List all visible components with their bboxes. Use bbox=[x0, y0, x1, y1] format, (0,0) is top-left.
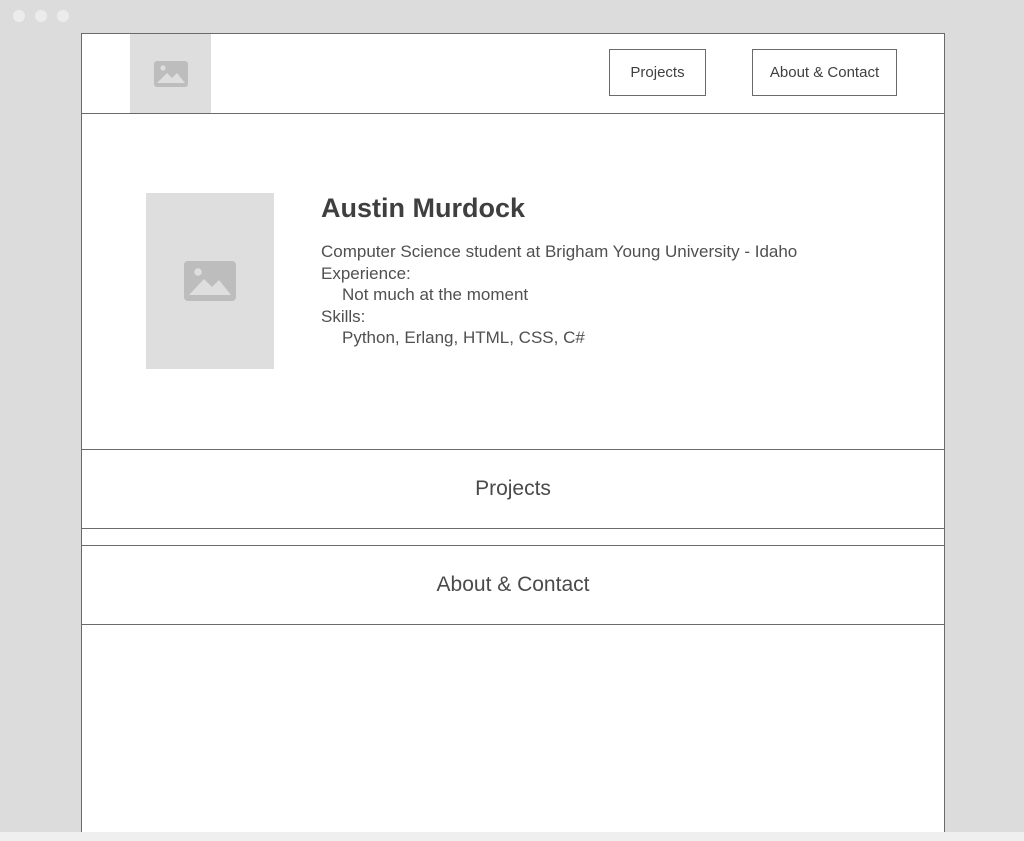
profile-details: Computer Science student at Brigham Youn… bbox=[321, 241, 797, 349]
nav-about-contact-button[interactable]: About & Contact bbox=[752, 49, 897, 96]
profile-name: Austin Murdock bbox=[321, 193, 526, 223]
site-logo[interactable] bbox=[130, 34, 211, 113]
window-bottom-strip bbox=[0, 832, 1024, 841]
window-maximize-dot[interactable] bbox=[57, 10, 69, 22]
experience-value: Not much at the moment bbox=[342, 285, 529, 304]
skills-value: Python, Erlang, HTML, CSS, C# bbox=[342, 328, 585, 347]
browser-window: Projects About & Contact Austin Murdock … bbox=[0, 0, 1024, 841]
about-contact-section-title: About & Contact bbox=[436, 573, 590, 596]
web-page: Projects About & Contact Austin Murdock … bbox=[81, 33, 945, 833]
skills-label: Skills: bbox=[321, 306, 366, 326]
nav-projects-button[interactable]: Projects bbox=[609, 49, 706, 96]
image-placeholder-icon bbox=[184, 261, 236, 301]
window-controls bbox=[13, 10, 69, 22]
window-close-dot[interactable] bbox=[13, 10, 25, 22]
experience-label: Experience: bbox=[321, 263, 411, 283]
about-contact-section: About & Contact bbox=[82, 545, 944, 625]
projects-section: Projects bbox=[82, 450, 944, 529]
site-header: Projects About & Contact bbox=[82, 34, 944, 114]
profile-section: Austin Murdock Computer Science student … bbox=[82, 114, 944, 450]
section-divider bbox=[82, 529, 944, 545]
projects-section-title: Projects bbox=[475, 477, 551, 500]
window-minimize-dot[interactable] bbox=[35, 10, 47, 22]
profile-photo bbox=[146, 193, 274, 369]
profile-tagline: Computer Science student at Brigham Youn… bbox=[321, 242, 798, 261]
image-placeholder-icon bbox=[153, 60, 188, 87]
